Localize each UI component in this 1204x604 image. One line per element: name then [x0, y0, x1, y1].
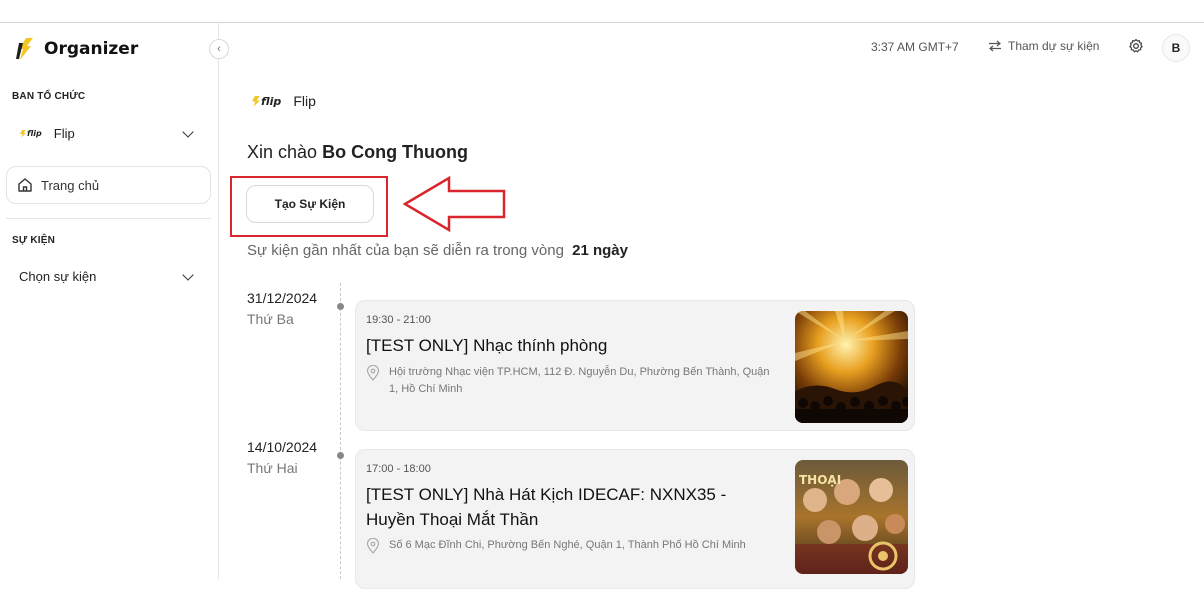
location-pin-icon — [366, 538, 380, 554]
greeting: Xin chào Bo Cong Thuong — [247, 142, 468, 163]
event-selector[interactable]: Chọn sự kiện — [19, 268, 196, 284]
event-weekday: Thứ Hai — [247, 460, 298, 476]
join-event-link[interactable]: Tham dự sự kiện — [988, 39, 1099, 53]
org-section-label: BAN TỔ CHỨC — [12, 91, 86, 102]
org-title: flip Flip — [252, 93, 316, 109]
sidebar: Organizer BAN TỔ CHỨC flip Flip Trang ch… — [0, 23, 219, 579]
concert-image — [795, 311, 908, 423]
user-name: Bo Cong Thuong — [322, 142, 469, 162]
sidebar-divider — [6, 218, 211, 219]
event-location-text: Hội trường Nhạc viện TP.HCM, 112 Đ. Nguy… — [389, 366, 770, 395]
home-icon — [18, 178, 32, 192]
chevron-down-icon — [182, 125, 194, 138]
org-name: Flip — [53, 126, 75, 141]
event-card[interactable]: 17:00 - 18:00 [TEST ONLY] Nhà Hát Kịch I… — [355, 449, 915, 589]
chevron-left-icon: ‹ — [217, 43, 221, 55]
settings-button[interactable] — [1128, 38, 1144, 54]
event-location: Hội trường Nhạc viện TP.HCM, 112 Đ. Nguy… — [366, 364, 776, 398]
org-logo: flip — [20, 129, 42, 138]
sidebar-item-label: Trang chủ — [41, 177, 100, 193]
event-date: 31/12/2024 — [247, 290, 318, 306]
timeline-dot — [337, 452, 344, 459]
event-title: [TEST ONLY] Nhà Hát Kịch IDECAF: NXNX35 … — [366, 485, 727, 529]
annotation-arrow-icon — [403, 176, 506, 232]
event-weekday: Thứ Ba — [247, 311, 294, 327]
swap-icon — [989, 40, 1001, 52]
timeline-line — [340, 283, 341, 579]
poster-text: THOẠI — [799, 473, 841, 487]
org-selector[interactable]: flip Flip — [20, 125, 196, 141]
sidebar-item-home[interactable]: Trang chủ — [6, 166, 211, 204]
upcoming-notice: Sự kiện gần nhất của bạn sẽ diễn ra tron… — [247, 242, 628, 259]
collapse-sidebar-button[interactable]: ‹ — [209, 39, 229, 59]
event-selector-label: Chọn sự kiện — [19, 269, 97, 284]
timeline-dot — [337, 303, 344, 310]
gear-icon — [1129, 38, 1143, 53]
event-thumbnail — [795, 311, 908, 423]
theater-poster-image: THOẠI — [795, 460, 908, 574]
app-logo[interactable]: Organizer — [14, 37, 138, 61]
app-title: Organizer — [44, 39, 139, 59]
chevron-down-icon — [182, 268, 194, 281]
org-logo: flip — [252, 95, 281, 108]
event-card[interactable]: 19:30 - 21:00 [TEST ONLY] Nhạc thính phò… — [355, 300, 915, 431]
event-date: 14/10/2024 — [247, 439, 318, 455]
create-event-button[interactable]: Tạo Sự Kiện — [246, 185, 374, 223]
avatar[interactable]: B — [1162, 34, 1190, 62]
org-title-name: Flip — [293, 93, 316, 109]
location-pin-icon — [366, 365, 380, 381]
event-section-label: SỰ KIỆN — [12, 235, 56, 246]
upcoming-text: Sự kiện gần nhất của bạn sẽ diễn ra tron… — [247, 242, 564, 259]
join-event-label: Tham dự sự kiện — [1008, 39, 1100, 53]
event-location-text: Số 6 Mạc Đĩnh Chi, Phường Bến Nghé, Quận… — [389, 539, 746, 551]
event-time: 17:00 - 18:00 — [366, 463, 431, 475]
event-thumbnail: THOẠI — [795, 460, 908, 574]
event-title: [TEST ONLY] Nhạc thính phòng — [366, 336, 608, 355]
current-time: 3:37 AM GMT+7 — [871, 40, 959, 54]
event-time: 19:30 - 21:00 — [366, 314, 431, 326]
greeting-prefix: Xin chào — [247, 142, 318, 162]
event-location: Số 6 Mạc Đĩnh Chi, Phường Bến Nghé, Quận… — [366, 537, 776, 554]
flip-logo-icon — [16, 38, 33, 60]
upcoming-days: 21 ngày — [572, 242, 628, 259]
